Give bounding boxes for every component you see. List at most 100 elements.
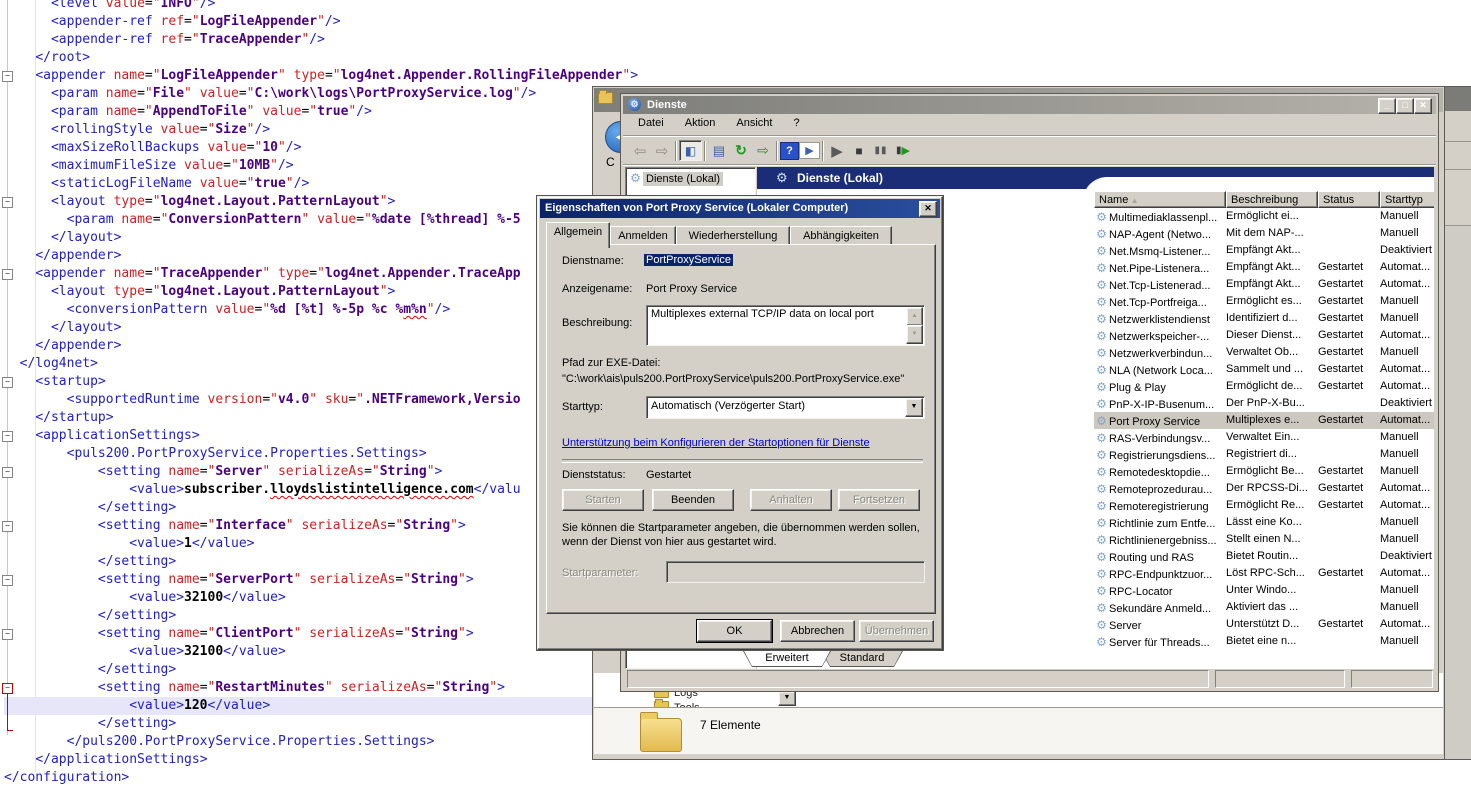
code-line[interactable]: <param name="AppendToFile" value="true"/… xyxy=(4,103,638,121)
column-header-name[interactable]: Name ▲ xyxy=(1094,191,1226,208)
fold-marker-icon[interactable]: − xyxy=(2,377,13,388)
dialog-close-icon[interactable]: ✕ xyxy=(919,201,937,217)
show-tree-icon[interactable]: ◧ xyxy=(679,140,702,161)
table-row[interactable]: ⚙ServerUnterstützt D...GestartetAutomat.… xyxy=(1094,616,1434,633)
code-line[interactable]: <appender-ref ref="TraceAppender"/> xyxy=(4,31,638,49)
table-row[interactable]: ⚙RAS-Verbindungsv...Verwaltet Ein...Manu… xyxy=(1094,429,1434,446)
back-icon[interactable]: ⇦ xyxy=(629,140,651,161)
fold-marker-icon[interactable]: − xyxy=(2,431,13,442)
start-button: Starten xyxy=(562,489,644,511)
tab-erweitert[interactable]: Erweitert xyxy=(743,651,831,667)
code-line[interactable]: <value>120</value> xyxy=(4,697,592,715)
menu-aktion[interactable]: Aktion xyxy=(676,114,725,132)
table-row[interactable]: ⚙Remoteprozedurau...Der RPCSS-Di...Gesta… xyxy=(1094,480,1434,497)
table-row[interactable]: ⚙Net.Tcp-Portfreiga...Ermöglicht es...Ge… xyxy=(1094,293,1434,310)
fold-marker-icon[interactable]: − xyxy=(2,575,13,586)
table-row[interactable]: ⚙NAP-Agent (Netwo...Mit dem NAP-...Manue… xyxy=(1094,225,1434,242)
cell-name: ⚙Multimediaklassenpl... xyxy=(1094,208,1226,225)
table-row[interactable]: ⚙Richtlinie zum Entfe...Lässt eine Ko...… xyxy=(1094,514,1434,531)
start-service-icon[interactable]: ▶ xyxy=(826,140,848,161)
scroll-down-icon[interactable]: ▼ xyxy=(906,325,923,344)
pause-service-icon[interactable]: ▮▮ xyxy=(870,140,892,161)
refresh-icon[interactable]: ↻ xyxy=(730,140,752,161)
code-line[interactable]: <rollingStyle value="Size"/> xyxy=(4,121,638,139)
export-list-icon[interactable]: ⇨ xyxy=(752,140,774,161)
description-field[interactable]: Multiplexes external TCP/IP data on loca… xyxy=(646,305,925,346)
minimize-button[interactable]: _ xyxy=(1378,98,1396,114)
help-icon[interactable]: ? xyxy=(780,142,799,160)
fold-marker-icon[interactable]: − xyxy=(2,269,13,280)
menu-ansicht[interactable]: Ansicht xyxy=(727,114,781,132)
stop-button[interactable]: Beenden xyxy=(652,489,734,511)
table-row[interactable]: ⚙Net.Tcp-Listenerad...Empfängt Akt...Ges… xyxy=(1094,276,1434,293)
scroll-up-icon[interactable]: ▲ xyxy=(906,307,923,326)
table-row[interactable]: ⚙Multimediaklassenpl...Ermöglicht ei...M… xyxy=(1094,208,1434,225)
maximize-button[interactable]: □ xyxy=(1396,98,1414,114)
table-row[interactable]: ⚙NetzwerklistendienstIdentifiziert d...G… xyxy=(1094,310,1434,327)
tab-standard[interactable]: Standard xyxy=(821,651,903,667)
code-line[interactable]: </setting> xyxy=(4,661,638,679)
table-row[interactable]: ⚙RPC-LocatorUnter Windo...ManuellNetzwer… xyxy=(1094,582,1434,599)
column-header-status[interactable]: Status xyxy=(1318,191,1380,208)
table-row[interactable]: ⚙RemoteregistrierungErmöglicht Re...Gest… xyxy=(1094,497,1434,514)
table-row[interactable]: ⚙Sekundäre Anmeld...Aktiviert das ...Man… xyxy=(1094,599,1434,616)
service-status-value: Gestartet xyxy=(646,469,691,481)
ok-button[interactable]: OK xyxy=(697,620,772,642)
pane-header-title: Dienste (Lokal) xyxy=(797,171,883,185)
code-line[interactable]: <setting name="RestartMinutes" serialize… xyxy=(4,679,638,697)
code-line[interactable]: <maximumFileSize value="10MB"/> xyxy=(4,157,638,175)
table-row[interactable]: ⚙Remotedesktopdie...Ermöglicht Be...Gest… xyxy=(1094,463,1434,480)
table-row[interactable]: ⚙PnP-X-IP-Busenum...Der PnP-X-Bu...Deakt… xyxy=(1094,395,1434,412)
table-row[interactable]: ⚙NLA (Network Loca...Sammelt und ...Gest… xyxy=(1094,361,1434,378)
code-line[interactable]: </configuration> xyxy=(4,769,638,787)
table-row[interactable]: ⚙RPC-Endpunktzuor...Löst RPC-Sch...Gesta… xyxy=(1094,565,1434,582)
code-line[interactable]: <appender-ref ref="LogFileAppender"/> xyxy=(4,13,638,31)
table-row[interactable]: ⚙Netzwerkspeicher-...Dieser Dienst...Ges… xyxy=(1094,327,1434,344)
tab-allgemein[interactable]: Allgemein xyxy=(546,222,610,248)
code-line[interactable]: </puls200.PortProxyService.Properties.Se… xyxy=(4,733,638,751)
code-line[interactable]: <param name="File" value="C:\work\logs\P… xyxy=(4,85,638,103)
tree-item-dienste-lokal[interactable]: ⚙Dienste (Lokal) xyxy=(628,171,723,187)
code-line[interactable]: </setting> xyxy=(4,715,638,733)
cell-status: Gestartet xyxy=(1318,276,1380,293)
fold-marker-icon[interactable]: − xyxy=(2,521,13,532)
fold-marker-icon[interactable]: − xyxy=(2,467,13,478)
table-row[interactable]: ⚙Net.Msmq-Listener...Empfängt Akt...Deak… xyxy=(1094,242,1434,259)
fold-marker-icon[interactable]: − xyxy=(2,629,13,640)
close-button[interactable]: ✕ xyxy=(1414,98,1432,114)
restart-service-icon[interactable]: ▮▶ xyxy=(892,140,914,161)
dropdown-arrow-button[interactable]: ▼ xyxy=(778,691,796,706)
code-line[interactable]: <staticLogFileName value="true"/> xyxy=(4,175,638,193)
table-row[interactable]: ⚙Server für Threads...Bietet eine n...Ma… xyxy=(1094,633,1434,650)
startup-options-help-link[interactable]: Unterstützung beim Konfigurieren der Sta… xyxy=(562,437,870,449)
forward-icon[interactable]: ⇨ xyxy=(651,140,673,161)
code-line[interactable]: <appender name="LogFileAppender" type="l… xyxy=(4,67,638,85)
table-row[interactable]: ⚙Net.Pipe-Listenera...Empfängt Akt...Ges… xyxy=(1094,259,1434,276)
combo-dropdown-icon[interactable]: ▼ xyxy=(905,398,923,417)
extended-view-icon[interactable]: ▶ xyxy=(799,142,820,159)
table-row[interactable]: ⚙Plug & PlayErmöglicht de...GestartetAut… xyxy=(1094,378,1434,395)
menu-datei[interactable]: Datei xyxy=(629,114,673,132)
column-header-beschreibung[interactable]: Beschreibung xyxy=(1226,191,1318,208)
fold-marker-icon[interactable]: − xyxy=(2,71,13,82)
code-line[interactable]: </root> xyxy=(4,49,638,67)
table-row[interactable]: ⚙Netzwerkverbindun...Verwaltet Ob...Gest… xyxy=(1094,344,1434,361)
properties-icon[interactable]: ▤ xyxy=(708,140,730,161)
cell-name: ⚙Registrierungsdiens... xyxy=(1094,446,1226,463)
cancel-button[interactable]: Abbrechen xyxy=(780,620,855,642)
table-row[interactable]: ⚙Routing und RASBietet Routin...Deaktivi… xyxy=(1094,548,1434,565)
table-row[interactable]: ⚙Port Proxy ServiceMultiplexes e...Gesta… xyxy=(1094,412,1434,429)
fold-marker-red-icon[interactable]: − xyxy=(2,683,13,694)
column-header-starttyp[interactable]: Starttyp xyxy=(1380,191,1434,208)
stop-service-icon[interactable]: ■ xyxy=(848,140,870,161)
table-row[interactable]: ⚙Registrierungsdiens...Registriert di...… xyxy=(1094,446,1434,463)
code-line[interactable]: <level value="INFO"/> xyxy=(4,0,638,13)
fold-marker-icon[interactable]: − xyxy=(2,197,13,208)
table-row[interactable]: ⚙Richtlinienergebniss...Stellt einen N..… xyxy=(1094,531,1434,548)
cell-status xyxy=(1318,531,1380,548)
menu-hilfe[interactable]: ? xyxy=(785,114,809,132)
code-line[interactable]: <maxSizeRollBackups value="10"/> xyxy=(4,139,638,157)
statusbar-panel xyxy=(1351,670,1433,688)
startup-type-combobox[interactable]: Automatisch (Verzögerter Start) ▼ xyxy=(646,396,925,419)
code-line[interactable]: </applicationSettings> xyxy=(4,751,638,769)
